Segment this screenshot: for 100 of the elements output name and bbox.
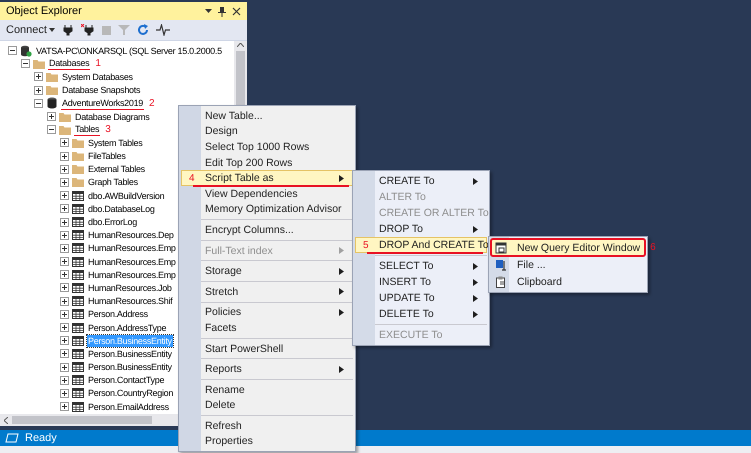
tree-item[interactable]: System Databases xyxy=(61,70,134,83)
menu-item[interactable]: Properties xyxy=(181,434,353,450)
table-icon xyxy=(72,322,84,334)
tree-item[interactable]: Person.CountryRegion xyxy=(87,387,174,400)
tree-item[interactable]: Person.BusinessEntity xyxy=(87,348,173,360)
menu-item[interactable]: INSERT To xyxy=(355,274,487,290)
tree-item[interactable]: HumanResources.Emp xyxy=(87,268,177,281)
tree-item[interactable]: HumanResources.Shif xyxy=(87,295,174,308)
menu-item[interactable]: Policies xyxy=(181,304,353,320)
folder-icon xyxy=(59,110,71,123)
menu-item[interactable]: Design xyxy=(181,124,353,140)
menu-item[interactable]: Clipboard xyxy=(491,273,645,290)
expand-icon[interactable] xyxy=(60,376,69,385)
server-icon xyxy=(20,44,32,57)
expand-icon[interactable] xyxy=(60,362,69,372)
expand-icon[interactable] xyxy=(60,336,69,346)
menu-item[interactable]: CREATE To xyxy=(355,173,487,189)
expand-icon[interactable] xyxy=(60,191,69,200)
activity-icon xyxy=(156,24,170,36)
expand-icon[interactable] xyxy=(60,310,69,319)
tree-item[interactable]: Database Diagrams xyxy=(74,110,150,123)
menu-item[interactable]: UPDATE To xyxy=(355,290,487,306)
scroll-left-icon xyxy=(4,416,8,424)
expand-icon[interactable] xyxy=(60,152,69,161)
menu-item[interactable]: DROP To xyxy=(355,221,487,237)
menu-item[interactable]: Reports xyxy=(181,361,353,377)
tree-item[interactable]: Databases xyxy=(48,57,90,70)
menu-item[interactable]: Rename xyxy=(181,382,353,398)
menu-item[interactable]: File ... xyxy=(491,256,645,273)
tree-item[interactable]: HumanResources.Emp xyxy=(87,242,177,254)
expand-icon[interactable] xyxy=(60,283,69,292)
menu-item[interactable]: Encrypt Columns... xyxy=(181,222,353,238)
expand-icon[interactable] xyxy=(34,86,43,95)
tree-item[interactable]: VATSA-PC\ONKARSQL (SQL Server 15.0.2000.5 xyxy=(35,44,223,57)
tree-item[interactable]: External Tables xyxy=(87,163,146,176)
menu-item[interactable]: Start PowerShell xyxy=(181,340,353,356)
tree-item[interactable]: Graph Tables xyxy=(87,176,139,188)
expand-icon[interactable] xyxy=(34,72,43,82)
menu-item[interactable]: Storage xyxy=(181,263,353,279)
filter-icon xyxy=(118,24,130,36)
collapse-icon[interactable] xyxy=(8,46,17,56)
menu-item[interactable]: 5 DROP And CREATE To xyxy=(355,237,487,253)
dropdown-icon xyxy=(205,9,212,13)
pin-icon xyxy=(218,6,226,16)
collapse-icon[interactable] xyxy=(47,125,56,134)
expand-icon[interactable] xyxy=(60,388,69,398)
tree-item[interactable]: Person.AddressType xyxy=(87,322,168,334)
expand-icon[interactable] xyxy=(60,349,69,358)
expand-icon[interactable] xyxy=(60,164,69,174)
tree-item[interactable]: Person.ContactType xyxy=(87,374,166,386)
tree-item[interactable]: Person.EmailAddress xyxy=(87,400,170,413)
tree-item[interactable]: FileTables xyxy=(87,150,127,162)
menu-item[interactable]: Facets xyxy=(181,320,353,336)
expand-icon[interactable] xyxy=(60,204,69,214)
table-icon xyxy=(72,202,84,215)
tree-item[interactable]: HumanResources.Job xyxy=(87,282,173,294)
scroll-up-icon xyxy=(237,43,244,47)
menu-item[interactable]: SELECT To xyxy=(355,258,487,274)
expand-icon[interactable] xyxy=(60,323,69,332)
caret-icon xyxy=(48,28,55,32)
menu-item[interactable]: Memory Optimization Advisor xyxy=(181,202,353,218)
table-icon xyxy=(72,190,84,202)
collapse-icon[interactable] xyxy=(21,59,30,68)
expand-icon[interactable] xyxy=(47,112,56,122)
expand-icon[interactable] xyxy=(60,244,69,253)
expand-icon[interactable] xyxy=(60,230,69,240)
tree-item[interactable]: dbo.AWBuildVersion xyxy=(87,190,166,202)
menu-item[interactable]: 4 Script Table as xyxy=(181,170,353,186)
tree-item[interactable]: dbo.ErrorLog xyxy=(87,216,138,228)
menu-item[interactable]: New Table... xyxy=(181,108,353,124)
expand-icon[interactable] xyxy=(60,138,69,148)
tree-item[interactable]: AdventureWorks2019 xyxy=(61,96,144,110)
clipboard-icon xyxy=(495,276,507,288)
menu-item[interactable]: Edit Top 200 Rows xyxy=(181,154,353,170)
connect-button[interactable]: Connect xyxy=(6,24,55,36)
tree-item[interactable]: System Tables xyxy=(87,136,144,149)
menu-item[interactable]: DELETE To xyxy=(355,306,487,322)
table-icon xyxy=(72,282,84,294)
tree-item[interactable]: Database Snapshots xyxy=(61,84,142,96)
scroll-thumb[interactable] xyxy=(12,416,152,424)
tree-item[interactable]: Person.BusinessEntity xyxy=(87,361,173,374)
expand-icon[interactable] xyxy=(60,296,69,306)
menu-item[interactable]: Refresh xyxy=(181,418,353,434)
tree-item[interactable]: HumanResources.Emp xyxy=(87,256,177,268)
expand-icon[interactable] xyxy=(60,218,69,227)
tree-item[interactable]: Person.Address xyxy=(87,308,149,320)
tree-item[interactable]: HumanResources.Dep xyxy=(87,229,175,242)
expand-icon[interactable] xyxy=(60,257,69,266)
folder-icon xyxy=(59,124,71,136)
tree-item[interactable]: dbo.DatabaseLog xyxy=(87,202,156,215)
menu-item[interactable]: Select Top 1000 Rows xyxy=(181,139,353,155)
menu-item[interactable]: Stretch xyxy=(181,284,353,300)
expand-icon[interactable] xyxy=(60,402,69,412)
tree-item[interactable]: Tables xyxy=(74,123,100,136)
menu-item[interactable]: Delete xyxy=(181,398,353,414)
table-icon xyxy=(72,268,84,281)
expand-icon[interactable] xyxy=(60,270,69,280)
collapse-icon[interactable] xyxy=(34,98,43,108)
menu-item[interactable]: View Dependencies xyxy=(181,186,353,202)
expand-icon[interactable] xyxy=(60,178,69,187)
